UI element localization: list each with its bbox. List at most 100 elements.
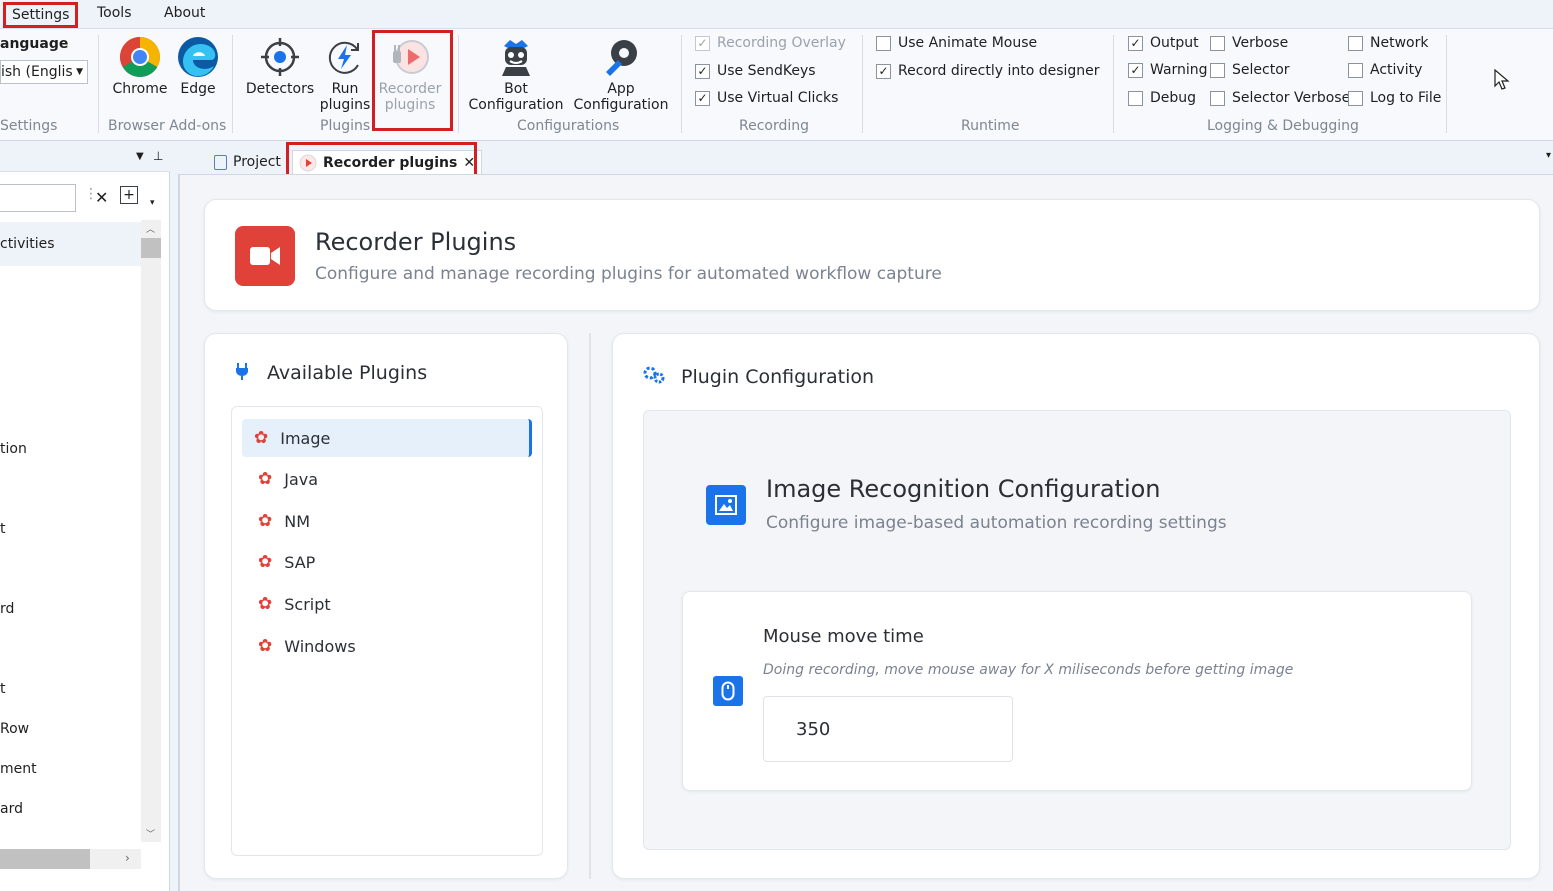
list-item[interactable]: rd — [0, 601, 14, 617]
plugin-configuration-title: Plugin Configuration — [681, 366, 875, 388]
edge-label: Edge — [180, 81, 216, 97]
chevron-down-icon[interactable]: ▼ — [136, 151, 144, 162]
network-checkbox[interactable]: Network — [1348, 35, 1428, 51]
use-virtual-clicks-checkbox[interactable]: ✓ Use Virtual Clicks — [695, 90, 838, 106]
target-icon — [258, 35, 302, 79]
checkbox-empty — [876, 35, 891, 51]
pin-icon[interactable]: ⊥ — [153, 149, 163, 163]
plugin-item-label: SAP — [284, 552, 316, 572]
selector-verbose-label: Selector Verbose — [1232, 90, 1351, 106]
chevron-right-icon[interactable]: › — [125, 851, 130, 865]
check-icon: ✓ — [695, 90, 710, 106]
edge-button[interactable]: Edge — [172, 35, 224, 97]
recording-overlay-label: Recording Overlay — [717, 35, 846, 51]
warning-checkbox[interactable]: ✓ Warning — [1128, 62, 1208, 78]
plugin-item-script[interactable]: ✿ Script — [242, 585, 532, 623]
mouse-move-time-input[interactable]: 350 — [763, 696, 1013, 762]
debug-checkbox[interactable]: Debug — [1128, 90, 1196, 106]
tab-project[interactable]: Project — [208, 150, 287, 174]
list-item[interactable]: t — [0, 681, 6, 697]
menu-bar: Settings Tools About — [0, 0, 1553, 29]
selector-checkbox[interactable]: Selector — [1210, 62, 1290, 78]
image-icon — [706, 485, 746, 525]
expand-all-icon[interactable]: + — [120, 186, 138, 204]
chrome-button[interactable]: Chrome — [110, 35, 170, 97]
scrollbar-thumb[interactable] — [141, 238, 161, 258]
gear-icon: ✿ — [258, 552, 273, 572]
plugin-item-image[interactable]: ✿ Image — [242, 419, 532, 457]
list-item[interactable]: t — [0, 521, 6, 537]
run-plugins-button[interactable]: Run plugins — [318, 35, 372, 113]
chevron-up-icon[interactable]: ︿ — [146, 222, 155, 235]
clear-icon[interactable]: ✕ — [95, 188, 108, 207]
app-configuration-button[interactable]: App Configuration — [572, 35, 670, 113]
run-plugins-label-2: plugins — [319, 97, 371, 113]
check-icon: ✓ — [876, 63, 891, 79]
plugin-item-nm[interactable]: ✿ NM — [242, 502, 532, 540]
panel-splitter[interactable] — [589, 333, 591, 879]
chevron-down-icon[interactable]: ﹀ — [146, 827, 155, 840]
menu-about[interactable]: About — [164, 5, 205, 21]
language-select-value: ish (Englis — [1, 64, 73, 80]
group-label-configurations: Configurations — [517, 118, 620, 134]
chrome-icon — [118, 35, 162, 79]
checkbox-empty — [1210, 62, 1225, 78]
run-plugins-label-1: Run — [331, 81, 359, 97]
plugin-item-windows[interactable]: ✿ Windows — [242, 627, 532, 665]
chevron-down-icon[interactable]: ▾ — [1546, 150, 1551, 161]
tab-project-label: Project — [233, 154, 281, 170]
record-into-designer-checkbox[interactable]: ✓ Record directly into designer — [876, 63, 1100, 79]
activities-panel: ▼ ⊥ ⋮ ✕ + ▾ ctivities tion t rd t Row me… — [0, 146, 170, 891]
plugin-item-label: Java — [284, 469, 319, 489]
bot-configuration-button[interactable]: Bot Configuration — [466, 35, 566, 113]
language-select[interactable]: ish (Englis ▼ — [0, 60, 88, 84]
detectors-button[interactable]: Detectors — [244, 35, 316, 97]
plugin-item-sap[interactable]: ✿ SAP — [242, 543, 532, 581]
ribbon: anguage ish (Englis ▼ Settings Chrome Ed… — [0, 29, 1553, 141]
plugin-configuration-card: Plugin Configuration Image Recognition C… — [612, 333, 1540, 879]
plugin-item-label: Image — [280, 428, 331, 448]
use-animate-mouse-checkbox[interactable]: Use Animate Mouse — [876, 35, 1037, 51]
highlight-box — [372, 30, 453, 131]
menu-settings[interactable]: Settings — [3, 2, 79, 28]
mouse-cursor-icon — [1494, 69, 1510, 90]
use-virtual-clicks-label: Use Virtual Clicks — [717, 90, 839, 106]
activity-label: Activity — [1370, 62, 1423, 78]
check-icon: ✓ — [1128, 35, 1143, 51]
vertical-scrollbar[interactable]: ︿ ﹀ — [141, 220, 161, 842]
document-tabs: Project Recorder plugins ✕ ▾ — [172, 142, 1553, 182]
list-item[interactable]: tion — [0, 441, 27, 457]
robot-icon — [494, 35, 538, 79]
gear-icon: ✿ — [258, 636, 273, 656]
checkbox-empty — [1128, 90, 1143, 106]
activities-search-input[interactable] — [0, 184, 76, 212]
scrollbar-thumb[interactable] — [0, 849, 90, 869]
gear-icon: ✿ — [258, 594, 273, 614]
log-to-file-checkbox[interactable]: Log to File — [1348, 90, 1441, 106]
horizontal-scrollbar[interactable]: › — [0, 849, 141, 869]
page-title: Recorder Plugins — [315, 228, 517, 256]
use-sendkeys-checkbox[interactable]: ✓ Use SendKeys — [695, 63, 816, 79]
recording-overlay-checkbox[interactable]: ✓ Recording Overlay — [695, 35, 846, 51]
divider — [98, 35, 99, 133]
list-item[interactable]: ment — [0, 761, 37, 777]
group-label-recording: Recording — [739, 118, 810, 134]
plugin-item-label: Windows — [284, 636, 356, 656]
check-icon: ✓ — [695, 35, 710, 51]
selector-verbose-checkbox[interactable]: Selector Verbose — [1210, 90, 1350, 106]
chevron-down-icon: ▼ — [76, 67, 83, 77]
verbose-checkbox[interactable]: Verbose — [1210, 35, 1288, 51]
output-checkbox[interactable]: ✓ Output — [1128, 35, 1199, 51]
gear-icon: ✿ — [254, 428, 269, 448]
divider — [458, 35, 459, 133]
plugin-item-java[interactable]: ✿ Java — [242, 460, 532, 498]
mouse-icon — [713, 676, 743, 706]
list-item[interactable]: ard — [0, 801, 23, 817]
menu-tools[interactable]: Tools — [97, 5, 132, 21]
output-label: Output — [1150, 35, 1199, 51]
list-item[interactable]: ctivities — [0, 236, 55, 252]
chevron-down-icon[interactable]: ▾ — [150, 198, 155, 208]
activity-checkbox[interactable]: Activity — [1348, 62, 1422, 78]
list-item[interactable]: Row — [0, 721, 29, 737]
app-configuration-label-1: App — [607, 81, 635, 97]
